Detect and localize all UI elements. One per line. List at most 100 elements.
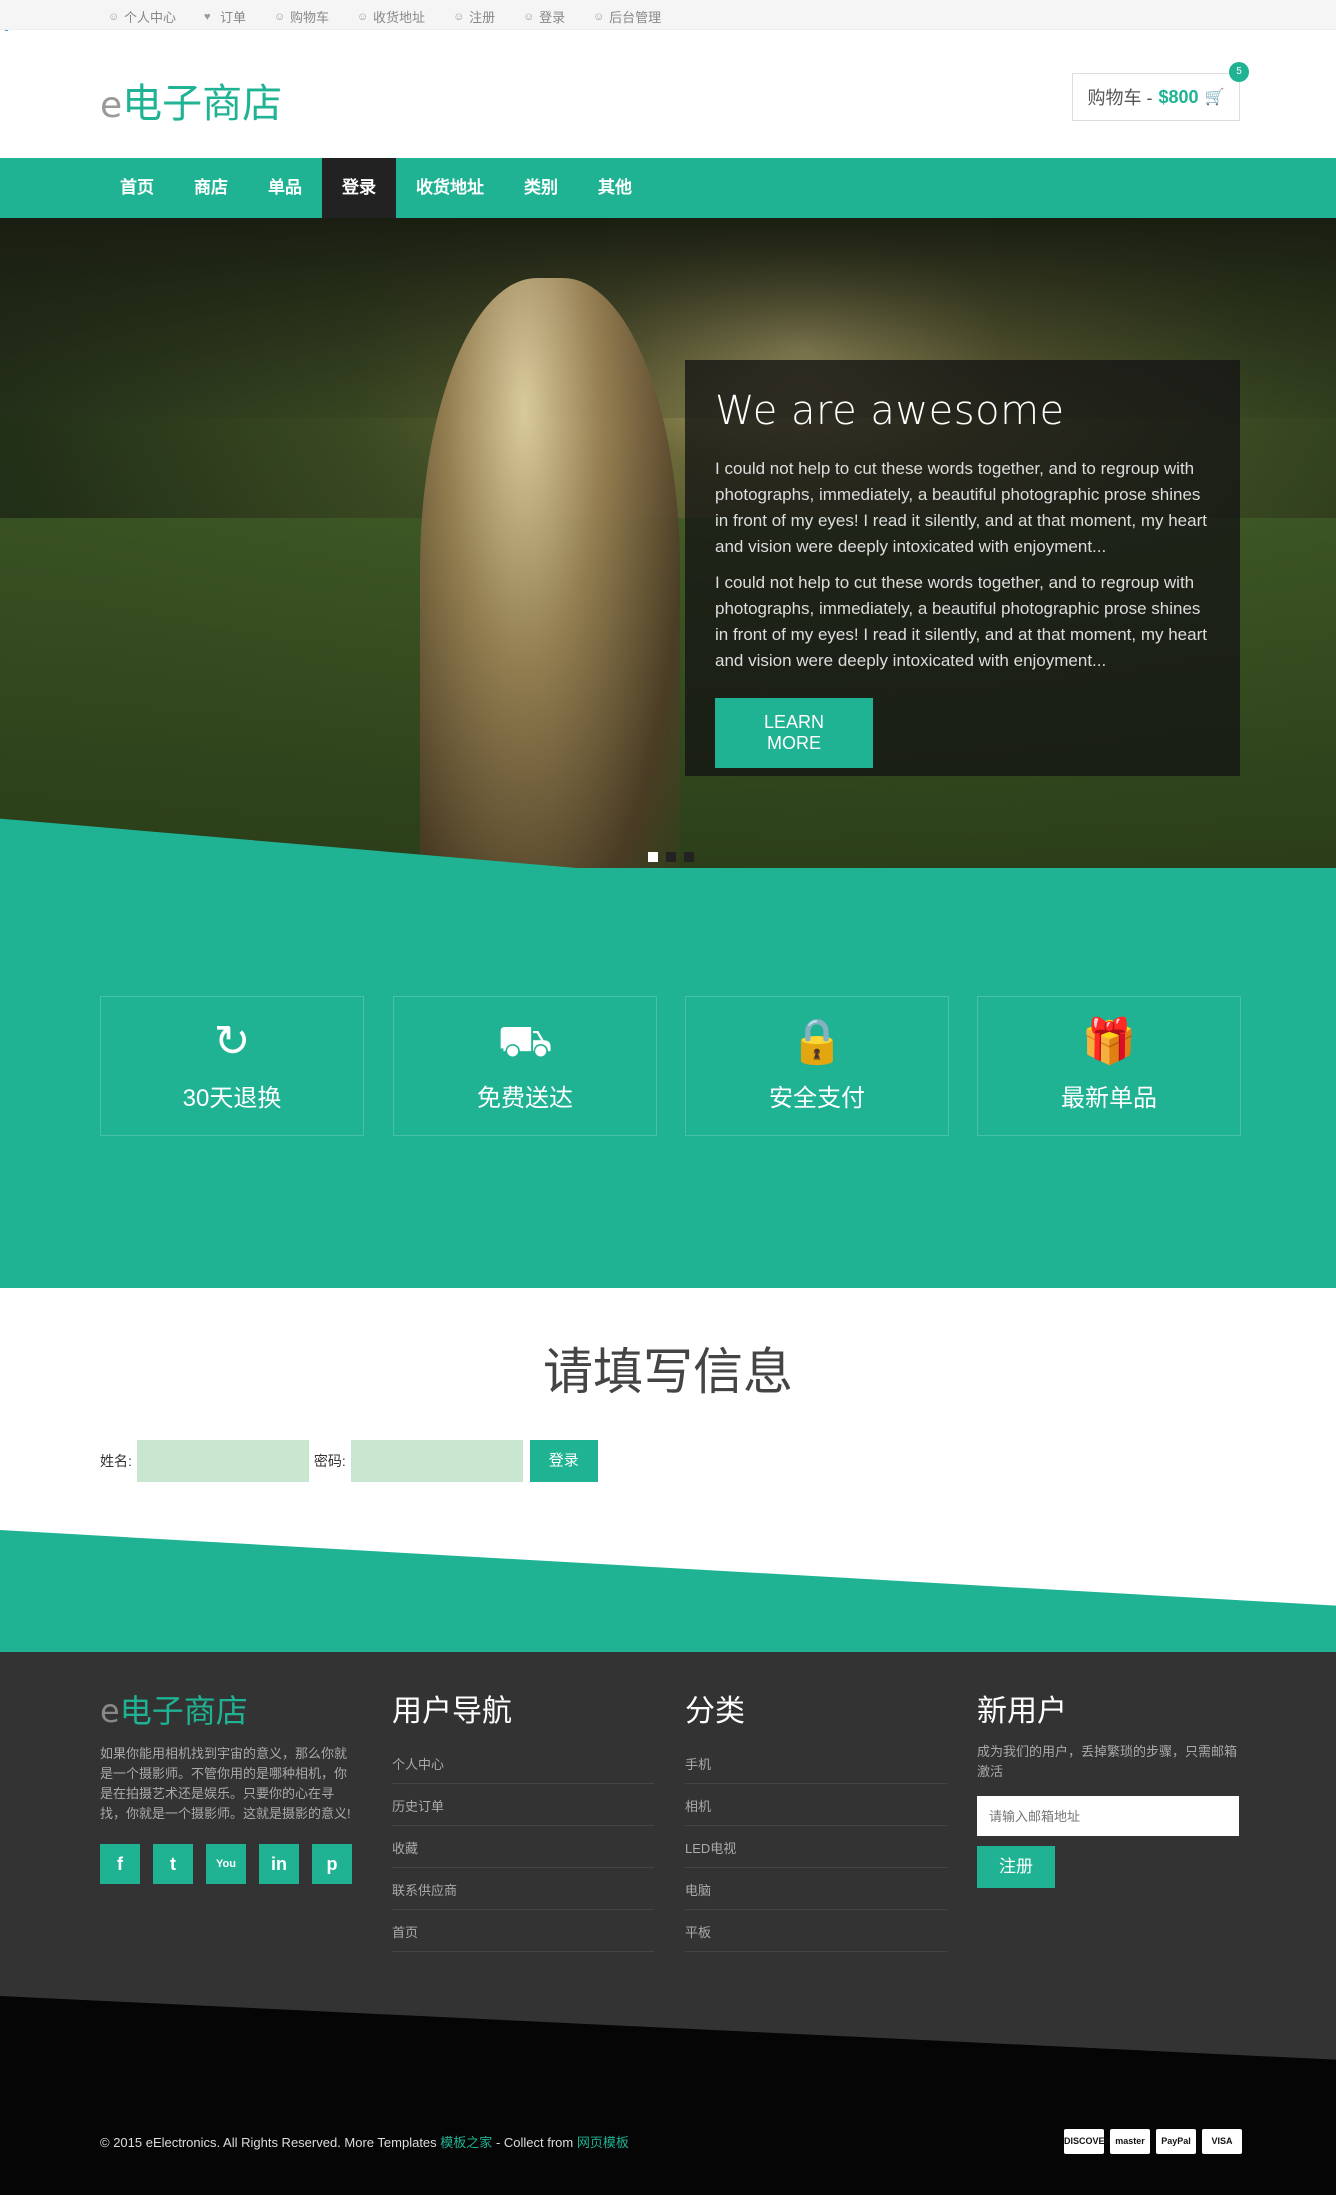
footer-user-nav: 用户导航 个人中心 历史订单 收藏 联系供应商 首页	[392, 1686, 654, 1952]
slider-dot[interactable]	[666, 852, 676, 862]
footer-description: 如果你能用相机找到宇宙的意义，那么你就是一个摄影师。不管你用的是哪种相机，你是在…	[100, 1746, 351, 1821]
social-links: f t You in p	[100, 1844, 352, 1884]
payment-icon: master	[1110, 2129, 1150, 2154]
footer-cat-list: 手机 相机 LED电视 电脑 平板	[685, 1742, 947, 1952]
facebook-icon[interactable]: f	[100, 1844, 140, 1884]
feature-label: 30天退换	[182, 1084, 282, 1112]
nav-item[interactable]: 收货地址	[396, 158, 504, 218]
password-input[interactable]	[350, 1440, 523, 1482]
truck-icon: ⛟	[497, 1016, 553, 1066]
hero-paragraph-2: I could not help to cut these words toge…	[715, 573, 1207, 670]
copyright-link-2[interactable]: 网页模板	[577, 2135, 629, 2150]
slider-dot[interactable]	[648, 852, 658, 862]
user-icon: ☺	[593, 10, 605, 23]
top-link[interactable]: ☺ 后台管理	[593, 7, 661, 26]
email-input[interactable]	[977, 1796, 1239, 1836]
footer-link[interactable]: 历史订单	[392, 1784, 654, 1826]
nav-item[interactable]: 单品	[248, 158, 322, 218]
logo-e: e	[100, 85, 123, 126]
footer-logo-e: e	[100, 1692, 120, 1730]
nav-item[interactable]: 其他	[578, 158, 652, 218]
footer-link[interactable]: 首页	[392, 1910, 654, 1952]
user-icon: ☺	[274, 10, 286, 23]
hero-paragraph-1: I could not help to cut these words toge…	[715, 459, 1207, 556]
footer-categories: 分类 手机 相机 LED电视 电脑 平板	[685, 1686, 947, 1952]
feature-card: 🎁 最新单品	[977, 996, 1241, 1136]
payment-icon: VISA	[1202, 2129, 1242, 2154]
top-link[interactable]: ☺ 注册	[453, 7, 495, 26]
footer-about: e电子商店 如果你能用相机找到宇宙的意义，那么你就是一个摄影师。不管你用的是哪种…	[100, 1686, 352, 1884]
footer-nav-title: 用户导航	[392, 1694, 512, 1729]
top-link-label: 后台管理	[609, 10, 662, 25]
main-nav: 首页 商店 单品 登录 收货地址 类别 其他	[0, 158, 1336, 218]
copyright: © 2015 eElectronics. All Rights Reserved…	[100, 2132, 629, 2151]
hero-slider: We are awesome I could not help to cut t…	[0, 218, 1336, 868]
top-link-label: 购物车	[290, 10, 330, 25]
user-icon: ☺	[357, 10, 369, 23]
footer-new-desc: 成为我们的用户，丢掉繁琐的步骤，只需邮箱激活	[977, 1744, 1238, 1779]
teal-divider	[0, 1530, 1336, 1652]
top-bar: ☺ 个人中心 ♥ 订单 ☺ 购物车 ☺ 收货地址 ☺ 注册 ☺ 登录 ☺ 后台管理	[0, 0, 1336, 30]
linkedin-icon[interactable]: in	[259, 1844, 299, 1884]
footer-newsletter: 新用户 成为我们的用户，丢掉繁琐的步骤，只需邮箱激活 注册	[977, 1686, 1239, 1888]
gift-icon: 🎁	[1081, 1016, 1137, 1066]
hero-figure	[420, 278, 680, 868]
feature-label: 最新单品	[1061, 1084, 1157, 1112]
form-title: 请填写信息	[543, 1343, 793, 1401]
register-button[interactable]: 注册	[977, 1846, 1055, 1888]
cart-button[interactable]: 购物车 - $800 🛒 5	[1072, 62, 1249, 121]
footer-new-title: 新用户	[977, 1694, 1067, 1729]
top-link-label: 个人中心	[124, 10, 177, 25]
feature-label: 免费送达	[477, 1084, 573, 1112]
twitter-icon[interactable]: t	[153, 1844, 193, 1884]
top-links: ☺ 个人中心 ♥ 订单 ☺ 购物车 ☺ 收货地址 ☺ 注册 ☺ 登录 ☺ 后台管理	[108, 7, 661, 26]
top-link[interactable]: ♥ 订单	[204, 7, 246, 26]
footer-link[interactable]: 收藏	[392, 1826, 654, 1868]
footer-link[interactable]: LED电视	[685, 1826, 947, 1868]
top-link[interactable]: ☺ 个人中心	[108, 7, 176, 26]
payment-icon: DISCOVER	[1064, 2129, 1111, 2154]
logo-text: 电子商店	[122, 81, 283, 127]
footer-logo-text: 电子商店	[119, 1692, 248, 1730]
top-link[interactable]: ☺ 购物车	[274, 7, 329, 26]
top-link[interactable]: ☺ 登录	[523, 7, 565, 26]
footer-cat-title: 分类	[685, 1694, 745, 1729]
name-input[interactable]	[136, 1440, 309, 1482]
user-icon: ☺	[453, 10, 465, 23]
login-button[interactable]: 登录	[529, 1440, 598, 1482]
hero-title: We are awesome	[715, 388, 1065, 434]
nav-item[interactable]: 首页	[100, 158, 174, 218]
site-logo[interactable]: e电子商店	[100, 71, 282, 129]
footer-link[interactable]: 个人中心	[392, 1742, 654, 1784]
top-link-label: 订单	[220, 10, 247, 25]
heart-icon: ♥	[204, 10, 211, 23]
password-label: 密码:	[313, 1453, 346, 1469]
cart-label: 购物车 -	[1087, 88, 1153, 108]
user-icon: ☺	[108, 10, 120, 23]
login-form: 姓名: 密码: 登录	[100, 1440, 598, 1482]
top-link[interactable]: ☺ 收货地址	[357, 7, 425, 26]
slider-dots	[648, 852, 694, 862]
hero-caption: We are awesome I could not help to cut t…	[685, 360, 1240, 776]
nav-item[interactable]: 登录	[322, 158, 396, 218]
nav-list: 首页 商店 单品 登录 收货地址 类别 其他	[100, 158, 652, 218]
pinterest-icon[interactable]: p	[312, 1844, 352, 1884]
copyright-link-1[interactable]: 模板之家	[440, 2135, 492, 2150]
footer-link[interactable]: 电脑	[685, 1868, 947, 1910]
footer-link[interactable]: 平板	[685, 1910, 947, 1952]
nav-item[interactable]: 商店	[174, 158, 248, 218]
footer-link[interactable]: 相机	[685, 1784, 947, 1826]
footer-link[interactable]: 手机	[685, 1742, 947, 1784]
youtube-icon[interactable]: You	[206, 1844, 246, 1884]
copyright-middle: - Collect from	[495, 2135, 574, 2150]
feature-card: ↻ 30天退换	[100, 996, 364, 1136]
refresh-icon: ↻	[213, 1016, 251, 1066]
slider-dot[interactable]	[684, 852, 694, 862]
footer-link[interactable]: 联系供应商	[392, 1868, 654, 1910]
learn-more-button[interactable]: LEARN MORE	[715, 698, 873, 768]
cart-icon: 🛒	[1204, 89, 1225, 106]
feature-label: 安全支付	[769, 1084, 865, 1112]
nav-item[interactable]: 类别	[504, 158, 578, 218]
footer-logo[interactable]: e电子商店	[100, 1686, 352, 1732]
cart-count-badge: 5	[1229, 62, 1249, 82]
